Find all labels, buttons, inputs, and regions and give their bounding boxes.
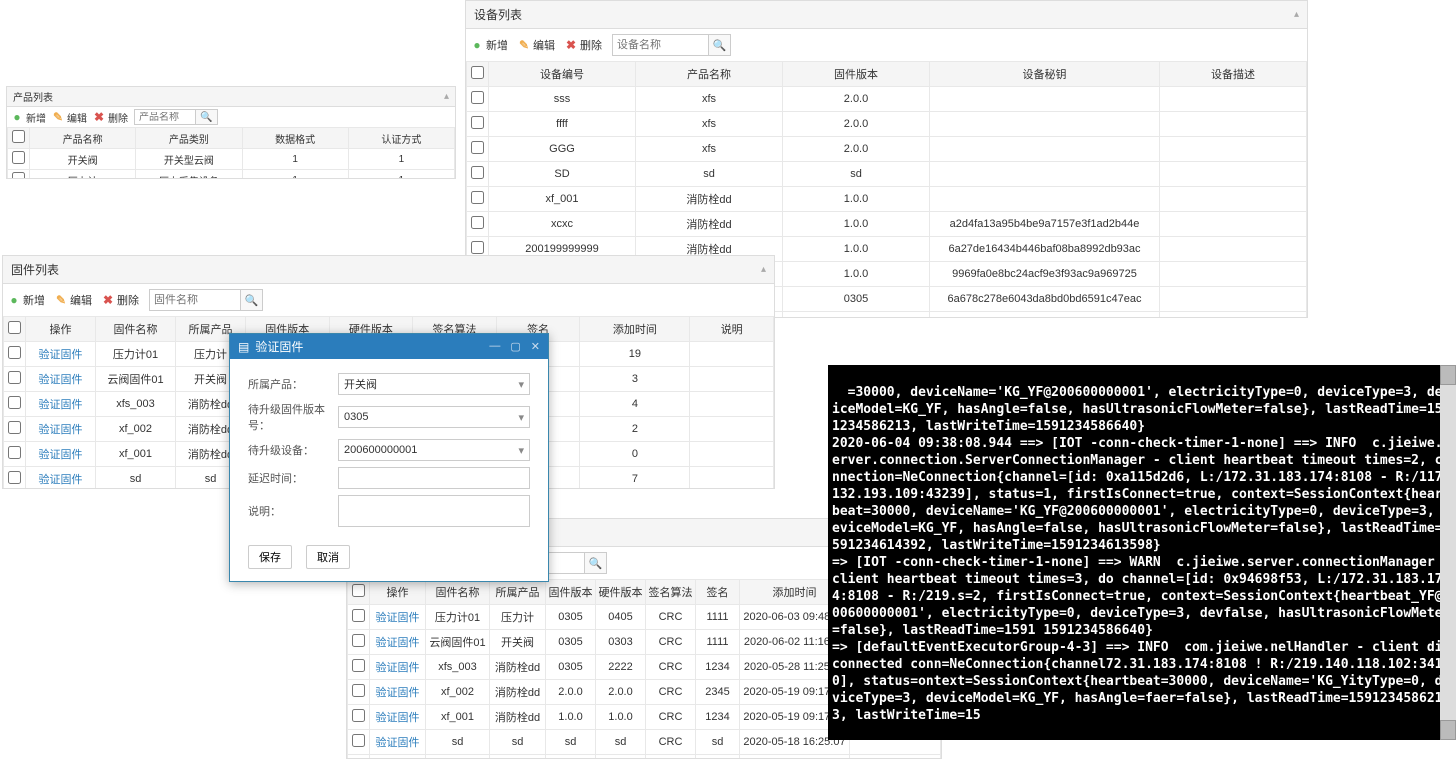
verify-firmware-link[interactable]: 验证固件	[39, 349, 83, 361]
doc-icon: ▤	[238, 340, 249, 354]
product-select[interactable]: 开关阀	[338, 373, 530, 395]
row-checkbox[interactable]	[8, 446, 21, 459]
delete-button[interactable]: ✖删除	[93, 110, 128, 125]
row-checkbox[interactable]	[352, 709, 365, 722]
minimize-icon[interactable]: —	[489, 340, 500, 353]
note-textarea[interactable]	[338, 495, 530, 527]
row-checkbox[interactable]	[471, 241, 484, 254]
dialog-title: 验证固件	[255, 338, 303, 355]
collapse-icon[interactable]: ▴	[1294, 9, 1299, 20]
row-checkbox[interactable]	[352, 684, 365, 697]
row-checkbox[interactable]	[352, 734, 365, 747]
plus-icon: ●	[11, 111, 23, 123]
x-icon: ✖	[565, 39, 577, 51]
collapse-icon[interactable]: ▴	[761, 264, 766, 275]
verify-firmware-link[interactable]: 验证固件	[39, 449, 83, 461]
row-checkbox[interactable]	[471, 91, 484, 104]
scrollbar[interactable]	[1440, 365, 1456, 740]
panel-title: 设备列表	[474, 6, 522, 23]
edit-button[interactable]: ✎编辑	[55, 292, 92, 308]
panel-title: 固件列表	[11, 261, 59, 278]
pencil-icon: ✎	[518, 39, 530, 51]
delete-button[interactable]: ✖删除	[565, 37, 602, 53]
table-row[interactable]: 验证固件ffffffxfs2.0.02.0.0CRC22222020-05-18…	[348, 755, 941, 759]
x-icon: ✖	[93, 111, 105, 123]
search-input[interactable]	[613, 39, 708, 51]
search-icon[interactable]: 🔍	[584, 553, 606, 573]
verify-firmware-link[interactable]: 验证固件	[376, 662, 420, 674]
table-row[interactable]: SDsdsd	[467, 162, 1307, 187]
table-row[interactable]: ffffxfs2.0.0	[467, 112, 1307, 137]
select-all-checkbox[interactable]	[12, 130, 25, 143]
table-row[interactable]: GGGxfs2.0.0	[467, 137, 1307, 162]
table-row[interactable]: sssxfs2.0.0	[467, 87, 1307, 112]
cancel-button[interactable]: 取消	[306, 545, 350, 569]
add-button[interactable]: ●新增	[8, 292, 45, 308]
search-icon[interactable]: 🔍	[240, 290, 262, 310]
verify-firmware-link[interactable]: 验证固件	[39, 474, 83, 486]
search-icon[interactable]: 🔍	[195, 110, 217, 124]
verify-firmware-link[interactable]: 验证固件	[39, 424, 83, 436]
table-row[interactable]: xf_001消防栓dd1.0.0	[467, 187, 1307, 212]
add-button[interactable]: ●新增	[471, 37, 508, 53]
row-checkbox[interactable]	[471, 141, 484, 154]
search-box: 🔍	[612, 34, 731, 56]
row-checkbox[interactable]	[8, 421, 21, 434]
row-checkbox[interactable]	[471, 116, 484, 129]
pencil-icon: ✎	[52, 111, 64, 123]
row-checkbox[interactable]	[352, 609, 365, 622]
row-checkbox[interactable]	[8, 346, 21, 359]
table-row[interactable]: 压力计压力采集设备11	[8, 170, 455, 179]
table-row[interactable]: 开关阀开关型云阀11	[8, 149, 455, 170]
x-icon: ✖	[102, 294, 114, 306]
product-list-panel: 产品列表 ▴ ●新增 ✎编辑 ✖删除 🔍 产品名称 产品类别 数据格式 认证方式…	[6, 86, 456, 179]
add-button[interactable]: ●新增	[11, 110, 46, 125]
log-console: =30000, deviceName='KG_YF@200600000001',…	[828, 365, 1456, 740]
search-input[interactable]	[135, 112, 195, 123]
pencil-icon: ✎	[55, 294, 67, 306]
search-box: 🔍	[149, 289, 263, 311]
verify-firmware-link[interactable]: 验证固件	[376, 687, 420, 699]
close-icon[interactable]: ✕	[531, 340, 540, 353]
verify-firmware-dialog: ▤ 验证固件 — ▢ ✕ 所属产品：开关阀 待升级固件版本号：0305 待升级设…	[229, 333, 549, 582]
select-all-checkbox[interactable]	[8, 321, 21, 334]
select-all-checkbox[interactable]	[471, 66, 484, 79]
verify-firmware-link[interactable]: 验证固件	[376, 712, 420, 724]
row-checkbox[interactable]	[8, 371, 21, 384]
verify-firmware-link[interactable]: 验证固件	[376, 637, 420, 649]
verify-firmware-link[interactable]: 验证固件	[39, 399, 83, 411]
row-checkbox[interactable]	[471, 191, 484, 204]
device-select[interactable]: 200600000001	[338, 439, 530, 461]
row-checkbox[interactable]	[12, 151, 25, 164]
plus-icon: ●	[8, 294, 20, 306]
log-text: =30000, deviceName='KG_YF@200600000001',…	[832, 385, 1456, 723]
edit-button[interactable]: ✎编辑	[518, 37, 555, 53]
maximize-icon[interactable]: ▢	[510, 340, 520, 353]
save-button[interactable]: 保存	[248, 545, 292, 569]
delay-input[interactable]	[338, 467, 530, 489]
verify-firmware-link[interactable]: 验证固件	[39, 374, 83, 386]
row-checkbox[interactable]	[8, 396, 21, 409]
search-box: 🔍	[134, 109, 218, 125]
search-input[interactable]	[150, 294, 240, 306]
row-checkbox[interactable]	[352, 659, 365, 672]
panel-title: 产品列表	[13, 89, 53, 104]
table-row[interactable]: xcxc消防栓dd1.0.0a2d4fa13a95b4be9a7157e3f1a…	[467, 212, 1307, 237]
verify-firmware-link[interactable]: 验证固件	[376, 612, 420, 624]
row-checkbox[interactable]	[352, 634, 365, 647]
search-icon[interactable]: 🔍	[708, 35, 730, 55]
verify-firmware-link[interactable]: 验证固件	[376, 737, 420, 749]
select-all-checkbox[interactable]	[352, 584, 365, 597]
row-checkbox[interactable]	[8, 471, 21, 484]
row-checkbox[interactable]	[471, 166, 484, 179]
row-checkbox[interactable]	[12, 172, 25, 178]
edit-button[interactable]: ✎编辑	[52, 110, 87, 125]
product-table: 产品名称 产品类别 数据格式 认证方式 开关阀开关型云阀11压力计压力采集设备1…	[7, 127, 455, 178]
plus-icon: ●	[471, 39, 483, 51]
delete-button[interactable]: ✖删除	[102, 292, 139, 308]
row-checkbox[interactable]	[471, 216, 484, 229]
collapse-icon[interactable]: ▴	[444, 91, 449, 102]
firmware-version-select[interactable]: 0305	[338, 406, 530, 428]
